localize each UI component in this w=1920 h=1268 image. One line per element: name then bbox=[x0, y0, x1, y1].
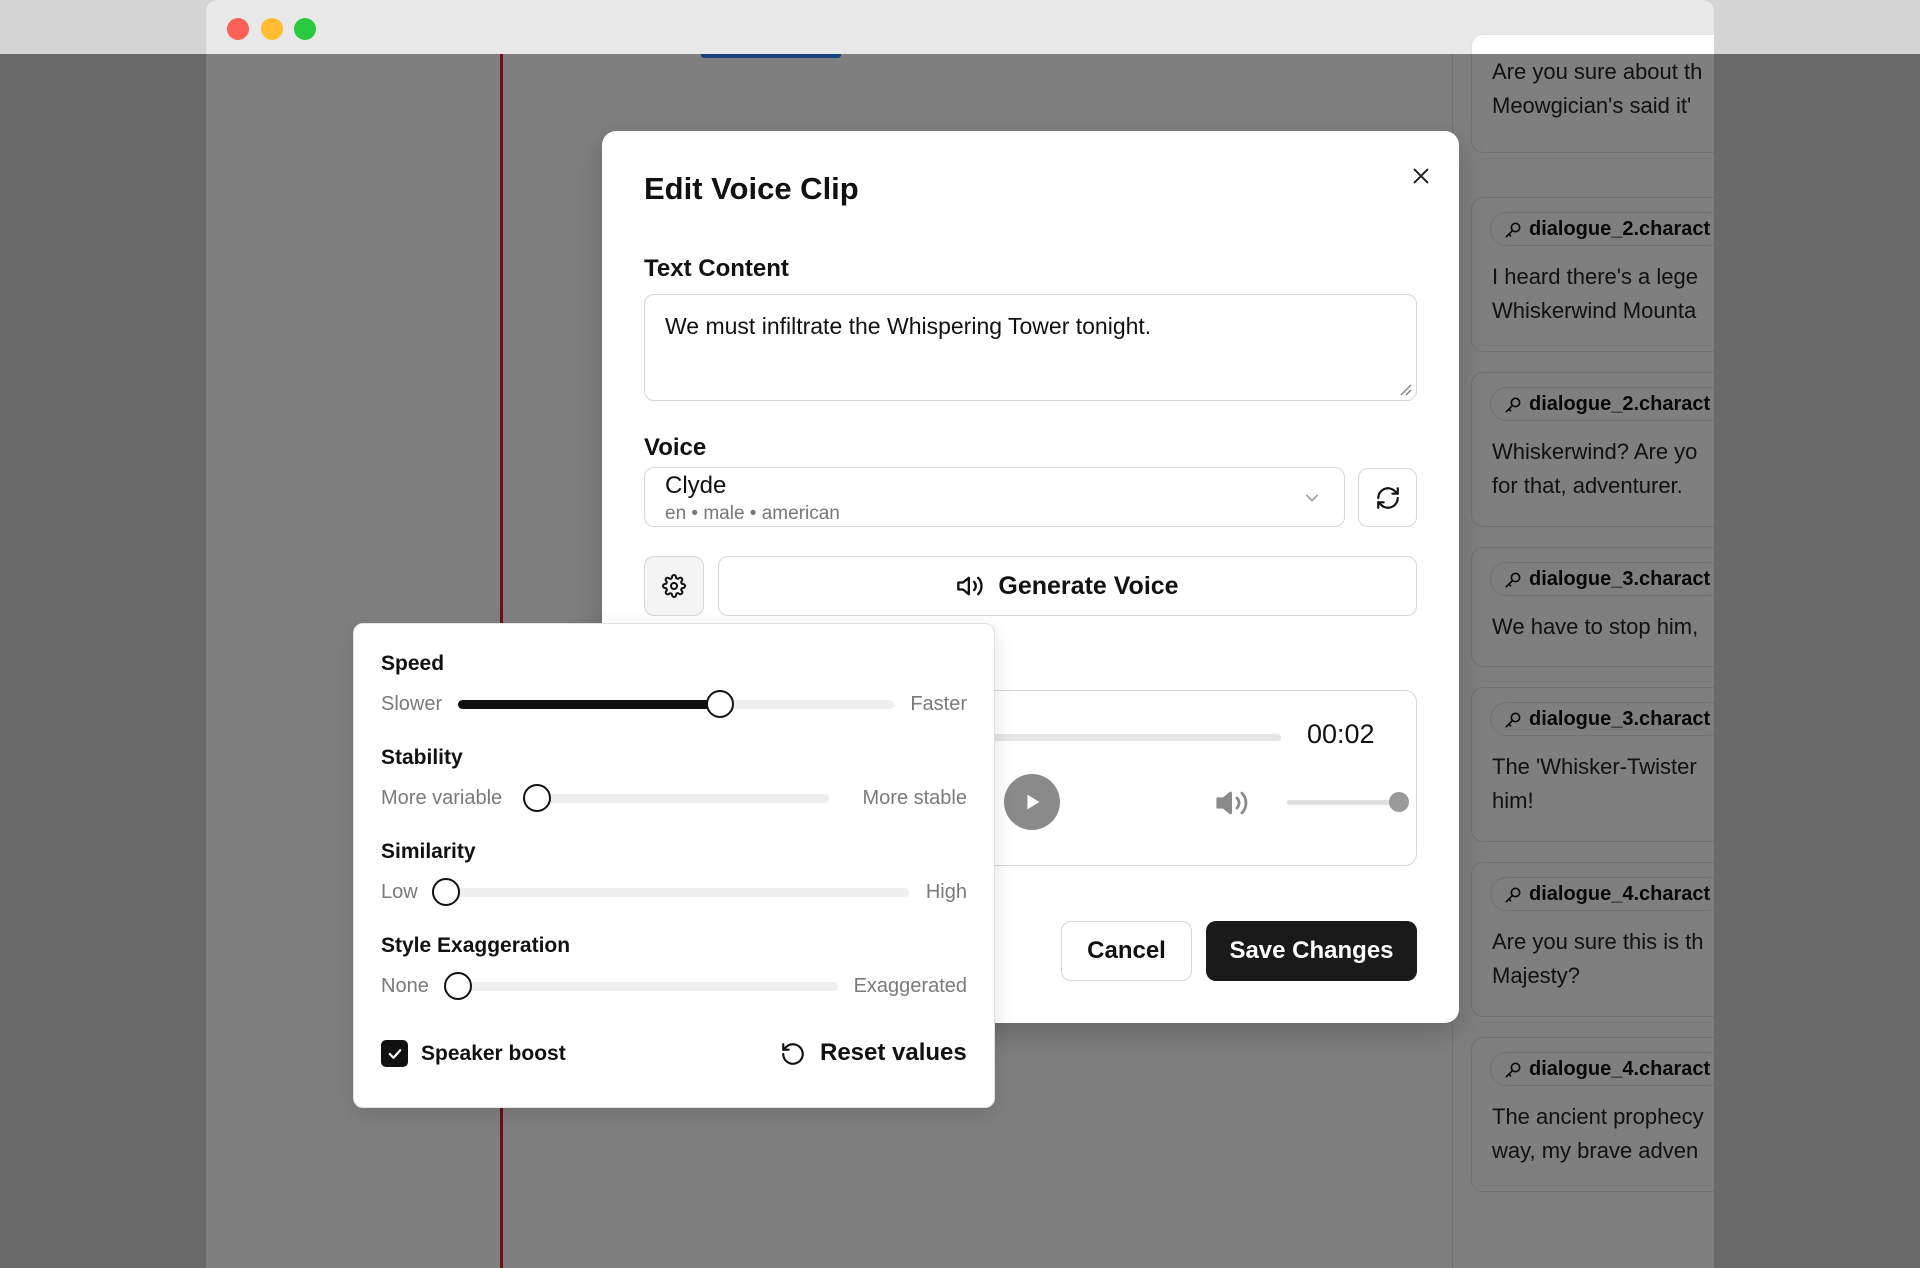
stability-high-label: More stable bbox=[862, 787, 968, 809]
style-exaggeration-slider[interactable] bbox=[444, 972, 838, 1000]
speed-title: Speed bbox=[381, 652, 445, 675]
dialog-title: Edit Voice Clip bbox=[644, 171, 859, 206]
close-window-button[interactable] bbox=[227, 18, 249, 40]
audio-time: 00:02 bbox=[1307, 719, 1375, 749]
refresh-voices-button[interactable] bbox=[1358, 468, 1417, 527]
similarity-title: Similarity bbox=[381, 840, 476, 863]
reset-icon bbox=[782, 1043, 804, 1065]
generate-voice-button[interactable]: Generate Voice bbox=[718, 556, 1417, 616]
stability-slider[interactable] bbox=[523, 784, 829, 812]
speed-slider-thumb[interactable] bbox=[705, 690, 734, 718]
speed-slider[interactable] bbox=[458, 690, 894, 718]
style-high-label: Exaggerated bbox=[853, 975, 967, 997]
text-content-label: Text Content bbox=[644, 255, 789, 282]
resize-handle-icon[interactable] bbox=[1398, 382, 1412, 396]
speed-high-label: Faster bbox=[910, 693, 967, 715]
text-content-value: We must infiltrate the Whispering Tower … bbox=[665, 313, 1152, 339]
stability-slider-thumb[interactable] bbox=[523, 784, 551, 812]
volume-icon[interactable] bbox=[1215, 786, 1249, 820]
voice-settings-button[interactable] bbox=[644, 556, 704, 616]
similarity-slider[interactable] bbox=[432, 878, 909, 906]
voice-settings-popover: Speed Slower Faster Stability More varia… bbox=[353, 623, 995, 1108]
similarity-low-label: Low bbox=[381, 881, 418, 903]
chevron-down-icon bbox=[1306, 494, 1318, 502]
voice-label: Voice bbox=[644, 434, 707, 461]
close-dialog-button[interactable] bbox=[1404, 159, 1438, 193]
close-icon bbox=[1413, 168, 1429, 184]
voice-select[interactable]: Clyde en • male • american bbox=[644, 467, 1345, 527]
similarity-slider-thumb[interactable] bbox=[432, 878, 460, 906]
speed-low-label: Slower bbox=[381, 693, 443, 715]
voice-meta: en • male • american bbox=[665, 503, 840, 524]
maximize-window-button[interactable] bbox=[294, 18, 316, 40]
volume-slider-thumb[interactable] bbox=[1389, 792, 1409, 812]
speaker-boost-label: Speaker boost bbox=[421, 1042, 566, 1065]
voice-name: Clyde bbox=[665, 472, 727, 499]
text-content-input[interactable]: We must infiltrate the Whispering Tower … bbox=[644, 294, 1417, 401]
volume-slider[interactable] bbox=[1287, 800, 1399, 805]
speaker-icon bbox=[957, 576, 984, 596]
generate-voice-label: Generate Voice bbox=[998, 571, 1179, 600]
speaker-boost-checkbox[interactable] bbox=[381, 1040, 408, 1067]
play-icon bbox=[1027, 794, 1040, 810]
stability-low-label: More variable bbox=[381, 787, 503, 809]
speed-slider-fill bbox=[458, 700, 720, 709]
style-slider-thumb[interactable] bbox=[444, 972, 472, 1000]
stability-title: Stability bbox=[381, 746, 463, 769]
cancel-button[interactable]: Cancel bbox=[1061, 921, 1192, 981]
gear-icon bbox=[662, 574, 686, 598]
play-button[interactable] bbox=[1004, 774, 1060, 830]
refresh-icon bbox=[1376, 486, 1399, 509]
minimize-window-button[interactable] bbox=[261, 18, 283, 40]
style-low-label: None bbox=[381, 975, 429, 997]
save-changes-button[interactable]: Save Changes bbox=[1206, 921, 1417, 981]
style-exaggeration-title: Style Exaggeration bbox=[381, 934, 571, 957]
checkmark-icon bbox=[388, 1048, 401, 1059]
similarity-high-label: High bbox=[925, 881, 967, 903]
reset-values-button[interactable]: Reset values bbox=[765, 1032, 982, 1074]
reset-values-label: Reset values bbox=[820, 1039, 967, 1066]
